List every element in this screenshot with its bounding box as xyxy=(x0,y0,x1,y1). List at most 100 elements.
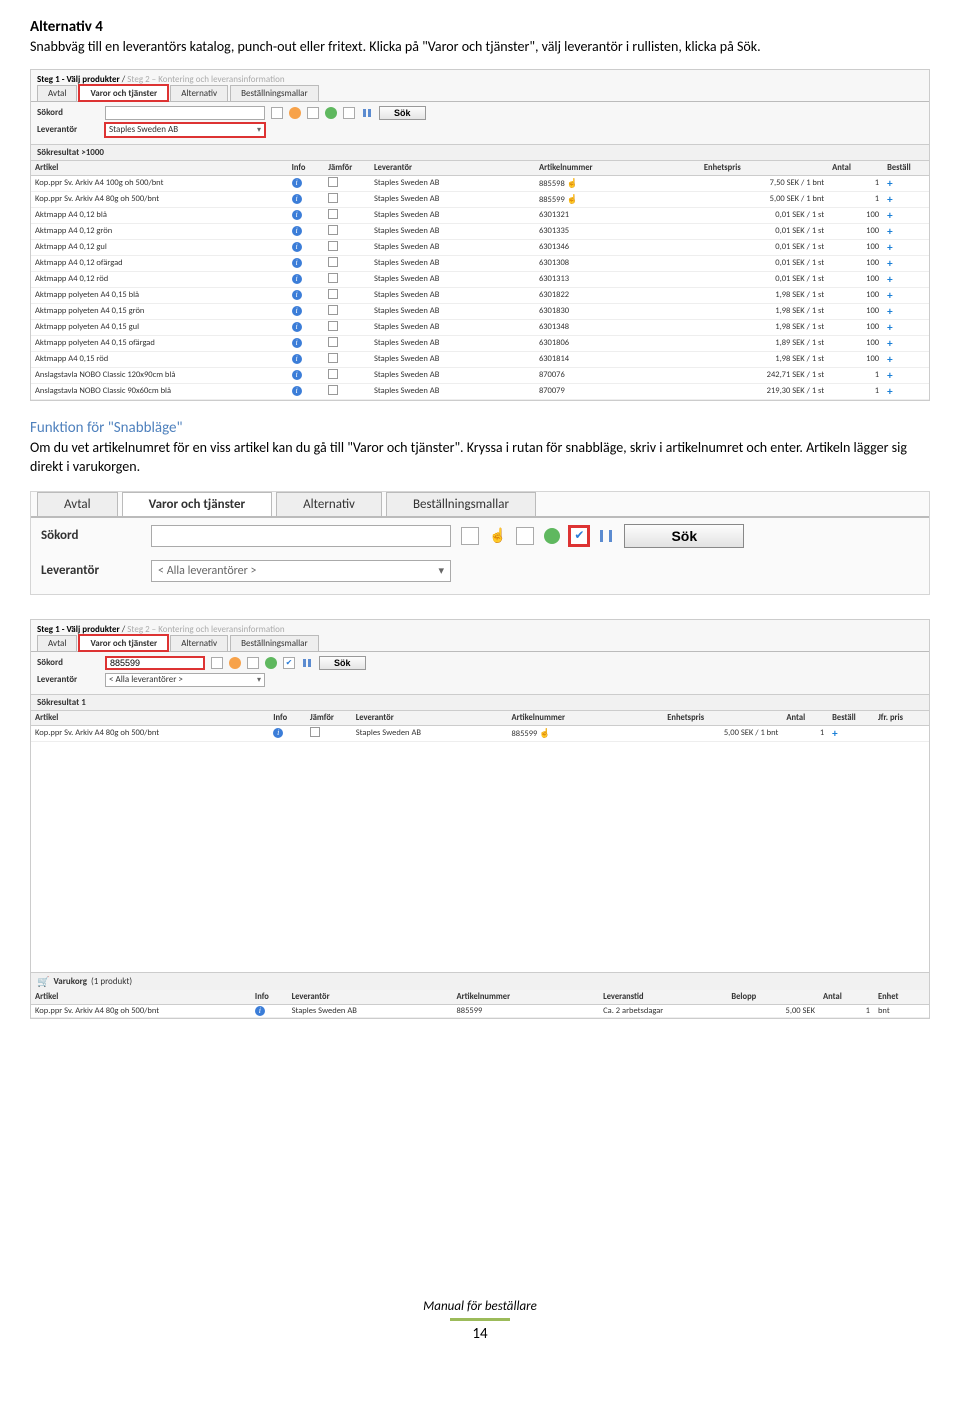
cell-info[interactable]: i xyxy=(288,255,325,271)
cell-bestall[interactable]: + xyxy=(883,175,929,191)
leverantor-select[interactable]: < Alla leverantörer > ▾ xyxy=(105,673,265,687)
cell-info[interactable]: i xyxy=(269,725,306,741)
cell-bestall[interactable]: + xyxy=(883,255,929,271)
sok-button[interactable]: Sök xyxy=(379,106,426,120)
compare-checkbox[interactable] xyxy=(328,305,338,315)
compare-checkbox[interactable] xyxy=(328,257,338,267)
tab-alternativ[interactable]: Alternativ xyxy=(170,635,228,651)
cell-bestall[interactable]: + xyxy=(883,319,929,335)
cell-leverantor: Staples Sweden AB xyxy=(370,239,535,255)
varukorg-header[interactable]: 🛒 Varukorg (1 produkt) xyxy=(31,972,929,990)
cell-jamfor[interactable] xyxy=(324,255,370,271)
cell-jamfor[interactable] xyxy=(324,319,370,335)
leverantor-select[interactable]: Staples Sweden AB ▾ xyxy=(105,123,265,137)
cell-info[interactable]: i xyxy=(288,207,325,223)
compare-checkbox[interactable] xyxy=(328,241,338,251)
tab-avtal[interactable]: Avtal xyxy=(37,85,77,101)
cell-info[interactable]: i xyxy=(288,335,325,351)
cell-info[interactable]: i xyxy=(288,303,325,319)
cell-info[interactable]: i xyxy=(251,1004,288,1017)
compare-checkbox[interactable] xyxy=(328,385,338,395)
compare-checkbox[interactable] xyxy=(328,193,338,203)
tab-varor-och-tjanster[interactable]: Varor och tjänster xyxy=(79,635,168,651)
tab-bestallningsmallar[interactable]: Beställningsmallar xyxy=(230,85,319,101)
cell-bestall[interactable]: + xyxy=(883,271,929,287)
add-icon: + xyxy=(887,321,892,334)
cell-info[interactable]: i xyxy=(288,191,325,207)
cell-jamfor[interactable] xyxy=(324,367,370,383)
tab-bestallningsmallar[interactable]: Beställningsmallar xyxy=(230,635,319,651)
cell-bestall[interactable]: + xyxy=(883,207,929,223)
compare-checkbox[interactable] xyxy=(328,337,338,347)
tab-avtal[interactable]: Avtal xyxy=(37,492,118,516)
cell-jamfor[interactable] xyxy=(324,383,370,399)
cell-info[interactable]: i xyxy=(288,271,325,287)
cell-jamfor[interactable] xyxy=(324,239,370,255)
cell-jamfor[interactable] xyxy=(324,351,370,367)
cell-bestall[interactable]: + xyxy=(883,239,929,255)
compare-checkbox[interactable] xyxy=(328,225,338,235)
cell-bestall[interactable]: + xyxy=(883,287,929,303)
cell-jamfor[interactable] xyxy=(324,175,370,191)
tab-varor-och-tjanster[interactable]: Varor och tjänster xyxy=(79,85,168,101)
sok-button[interactable]: Sök xyxy=(624,524,744,548)
cell-bestall[interactable]: + xyxy=(883,303,929,319)
cell-jamfor[interactable] xyxy=(324,207,370,223)
snabblage-checkbox[interactable]: ✔ xyxy=(570,527,588,545)
filter-checkbox-2[interactable] xyxy=(516,527,534,545)
cell-bestall[interactable]: + xyxy=(883,335,929,351)
compare-checkbox[interactable] xyxy=(310,727,320,737)
cell-info[interactable]: i xyxy=(288,351,325,367)
col-jamfor: Jämför xyxy=(306,711,352,726)
cell-jamfor[interactable] xyxy=(306,725,352,741)
cell-info[interactable]: i xyxy=(288,223,325,239)
sok-button[interactable]: Sök xyxy=(319,656,366,670)
compare-checkbox[interactable] xyxy=(328,209,338,219)
cell-bestall[interactable]: + xyxy=(883,191,929,207)
cell-jamfor[interactable] xyxy=(324,303,370,319)
filter-checkbox-3[interactable] xyxy=(343,107,355,119)
cell-jamfor[interactable] xyxy=(324,223,370,239)
cell-info[interactable]: i xyxy=(288,239,325,255)
col-bestall: Beställ xyxy=(828,711,874,726)
cell-jamfor[interactable] xyxy=(324,287,370,303)
cell-artikel: Kop.ppr Sv. Arkiv A4 80g oh 500/bnt xyxy=(31,725,269,741)
filter-checkbox-1[interactable] xyxy=(271,107,283,119)
tab-bestallningsmallar[interactable]: Beställningsmallar xyxy=(386,492,536,516)
tab-alternativ[interactable]: Alternativ xyxy=(276,492,382,516)
tab-alternativ[interactable]: Alternativ xyxy=(170,85,228,101)
cell-info[interactable]: i xyxy=(288,367,325,383)
sokord-input[interactable] xyxy=(105,106,265,120)
tab-varor-och-tjanster[interactable]: Varor och tjänster xyxy=(122,492,273,516)
cell-jamfor[interactable] xyxy=(324,271,370,287)
filter-checkbox-2[interactable] xyxy=(307,107,319,119)
compare-checkbox[interactable] xyxy=(328,177,338,187)
cell-bestall[interactable]: + xyxy=(883,351,929,367)
cell-info[interactable]: i xyxy=(288,175,325,191)
compare-checkbox[interactable] xyxy=(328,369,338,379)
sokord-input[interactable] xyxy=(151,525,451,547)
compare-checkbox[interactable] xyxy=(328,273,338,283)
cell-info[interactable]: i xyxy=(288,319,325,335)
cell-bestall[interactable]: + xyxy=(883,223,929,239)
snabblage-checkbox[interactable]: ✔ xyxy=(283,657,295,669)
filter-checkbox-2[interactable] xyxy=(247,657,259,669)
cell-jamfor[interactable] xyxy=(324,335,370,351)
cell-bestall[interactable]: + xyxy=(883,383,929,399)
cell-jamfor[interactable] xyxy=(324,191,370,207)
info-icon: i xyxy=(292,274,302,284)
compare-checkbox[interactable] xyxy=(328,353,338,363)
compare-checkbox[interactable] xyxy=(328,321,338,331)
cell-enhetspris: 0,01 SEK / 1 st xyxy=(700,223,828,239)
filter-checkbox-1[interactable] xyxy=(211,657,223,669)
filter-checkbox-1[interactable] xyxy=(461,527,479,545)
cell-info[interactable]: i xyxy=(288,287,325,303)
cell-info[interactable]: i xyxy=(288,383,325,399)
compare-checkbox[interactable] xyxy=(328,289,338,299)
cell-bestall[interactable]: + xyxy=(828,725,874,741)
cell-bestall[interactable]: + xyxy=(883,367,929,383)
tab-avtal[interactable]: Avtal xyxy=(37,635,77,651)
leverantor-select[interactable]: < Alla leverantörer > ▾ xyxy=(151,560,451,582)
footer-divider xyxy=(450,1318,510,1321)
sokord-input[interactable] xyxy=(105,656,205,670)
